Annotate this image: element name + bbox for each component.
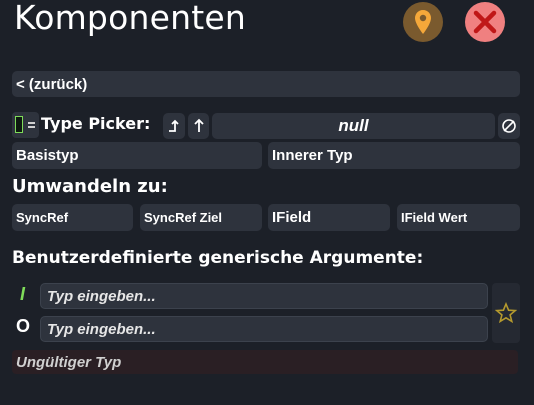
components-panel: Komponenten < (zurück) Type Picker: null [0, 0, 534, 405]
pin-icon [415, 10, 431, 34]
base-type-button[interactable]: Basistyp [12, 142, 262, 169]
convert-ifield-button[interactable]: IField [268, 204, 390, 231]
convert-syncref-target-button[interactable]: SyncRef Ziel [140, 204, 262, 231]
arrow-up-icon [193, 118, 204, 132]
arrow-turn-up-icon [169, 119, 179, 132]
generic-arg-input-2[interactable]: Typ eingeben... [40, 316, 488, 342]
favorite-button[interactable] [492, 283, 520, 343]
input-marker-icon: I [20, 284, 26, 304]
close-button[interactable] [465, 2, 505, 42]
type-value-field[interactable]: null [212, 113, 495, 139]
clear-type-button[interactable] [498, 113, 520, 139]
close-icon [473, 10, 497, 34]
null-icon [502, 119, 516, 133]
star-icon [495, 302, 517, 324]
generics-heading: Benutzerdefinierte generische Argumente: [12, 248, 424, 268]
back-button[interactable]: < (zurück) [12, 71, 520, 97]
inner-type-button[interactable]: Innerer Typ [268, 142, 520, 169]
generic-arg-input-1[interactable]: Typ eingeben... [40, 283, 488, 309]
parent-type-button[interactable] [163, 113, 185, 139]
convert-syncref-button[interactable]: SyncRef [12, 204, 133, 231]
type-status: Ungültiger Typ [12, 350, 518, 374]
up-button[interactable] [188, 113, 209, 139]
convert-ifield-value-button[interactable]: IField Wert [397, 204, 520, 231]
pin-button[interactable] [403, 2, 443, 42]
type-swatch-icon[interactable] [12, 112, 39, 138]
panel-title: Komponenten [14, 0, 246, 37]
type-picker-label: Type Picker: [41, 114, 151, 133]
convert-heading: Umwandeln zu: [12, 176, 168, 197]
output-marker-icon: O [16, 316, 31, 336]
